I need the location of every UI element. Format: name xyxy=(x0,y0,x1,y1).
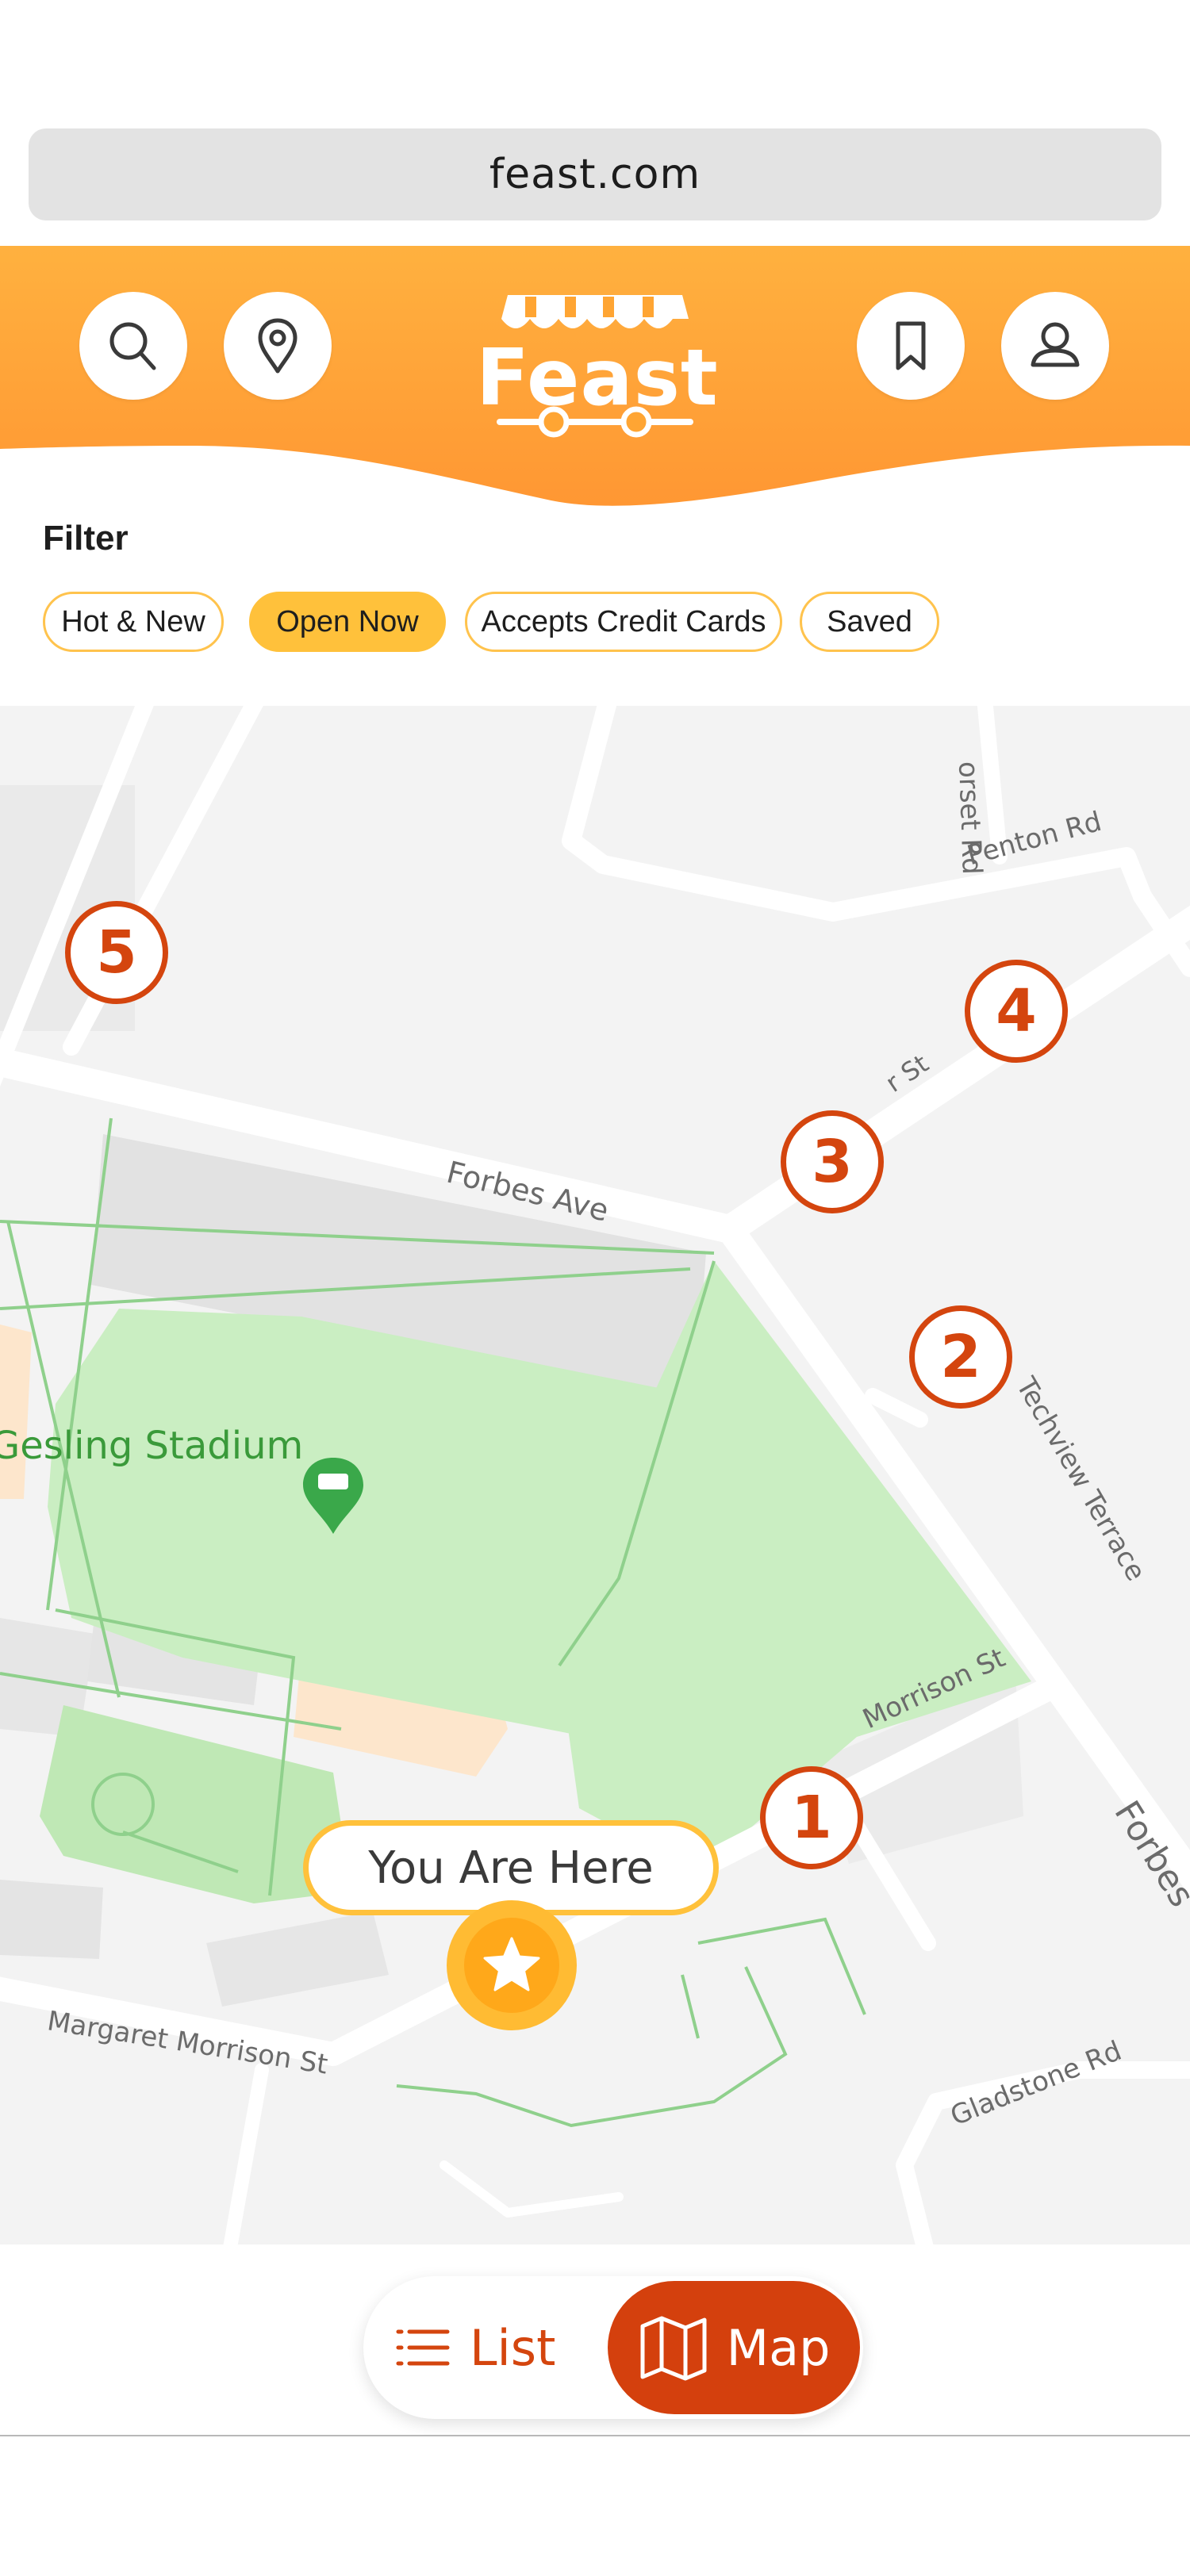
filter-title: Filter xyxy=(43,519,129,558)
map-base xyxy=(0,706,1190,2244)
map-view[interactable]: Forbes Ave Penton Rd orset Rd r St Techv… xyxy=(0,706,1190,2244)
marker-number: 2 xyxy=(940,1323,981,1391)
search-icon xyxy=(109,322,156,370)
marker-number: 3 xyxy=(812,1128,853,1196)
chip-label: Open Now xyxy=(276,604,419,638)
view-toggle: List Map xyxy=(363,2276,863,2419)
page: feast.com Feast Filter Hot & New Open No… xyxy=(0,0,1190,2576)
user-icon xyxy=(1031,322,1080,367)
chip-saved[interactable]: Saved xyxy=(800,592,939,652)
location-button[interactable] xyxy=(224,292,332,400)
list-view-button[interactable]: List xyxy=(395,2276,555,2419)
search-button[interactable] xyxy=(79,292,187,400)
street-label: orset Rd xyxy=(952,761,988,876)
list-label: List xyxy=(470,2318,556,2377)
list-icon xyxy=(396,2329,450,2366)
chip-label: Hot & New xyxy=(61,604,205,638)
marker-number: 5 xyxy=(96,918,137,987)
chip-label: Accepts Credit Cards xyxy=(481,604,766,638)
chip-open-now[interactable]: Open Now xyxy=(249,592,446,652)
chip-hot-new[interactable]: Hot & New xyxy=(43,592,224,652)
restaurant-marker-5[interactable]: 5 xyxy=(65,901,168,1004)
saved-button[interactable] xyxy=(857,292,965,400)
chip-label: Saved xyxy=(827,604,912,638)
map-view-button[interactable]: Map xyxy=(608,2281,860,2414)
location-pin-icon xyxy=(258,318,298,374)
bottom-divider xyxy=(0,2435,1190,2436)
profile-button[interactable] xyxy=(1001,292,1109,400)
feast-logo[interactable]: Feast xyxy=(476,287,719,446)
marker-number: 4 xyxy=(996,977,1037,1045)
chip-accepts-credit-cards[interactable]: Accepts Credit Cards xyxy=(465,592,782,652)
restaurant-marker-2[interactable]: 2 xyxy=(909,1305,1012,1409)
map-icon xyxy=(640,2316,707,2381)
restaurant-marker-3[interactable]: 3 xyxy=(781,1110,884,1213)
logo-text: Feast xyxy=(476,333,719,424)
star-icon xyxy=(483,1937,540,1991)
url-bar[interactable]: feast.com xyxy=(29,128,1161,220)
current-location-marker[interactable] xyxy=(447,1900,577,2030)
marker-number: 1 xyxy=(791,1784,832,1852)
landmark-label: Gesling Stadium xyxy=(0,1424,304,1468)
bookmark-icon xyxy=(896,321,926,370)
url-text: feast.com xyxy=(489,151,701,198)
map-label: Map xyxy=(726,2318,831,2377)
restaurant-marker-4[interactable]: 4 xyxy=(965,960,1068,1063)
restaurant-marker-1[interactable]: 1 xyxy=(760,1766,863,1869)
